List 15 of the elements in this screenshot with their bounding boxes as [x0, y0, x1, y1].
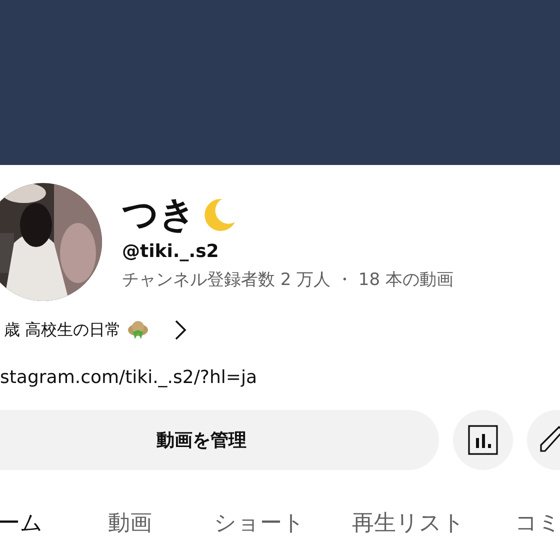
channel-link[interactable]: stagram.com/tiki._.s2/?hl=ja [0, 367, 257, 388]
hat-icon [127, 320, 150, 340]
tab[interactable]: 動画 [108, 508, 214, 538]
tab[interactable]: ショート [214, 508, 352, 538]
pencil-icon [539, 425, 560, 455]
manage-videos-button[interactable]: 動画を管理 [0, 410, 439, 470]
channel-name: つき [122, 193, 196, 237]
channel-handle: @tiki._.s2 [122, 241, 220, 262]
tab[interactable]: ーム [0, 508, 108, 538]
chevron-icon[interactable] [173, 319, 188, 341]
tab[interactable]: 再生リスト [352, 508, 515, 538]
channel-description: 歳 高校生の日常 [4, 320, 122, 340]
channel-stats: チャンネル登録者数 2 万人 ・ 18 本の動画 [122, 269, 454, 291]
analytics-icon [468, 425, 498, 455]
tab[interactable]: コミ [515, 508, 560, 538]
